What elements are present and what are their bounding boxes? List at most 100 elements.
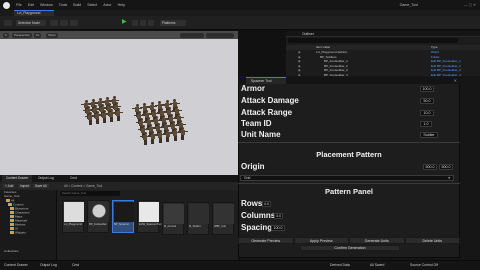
menu-help[interactable]: Help [118,3,125,7]
origin-y-input[interactable]: 500.0 [439,164,453,170]
output-log-button[interactable]: Output Log [40,261,57,270]
selection-mode-button[interactable]: Selection Mode [16,20,46,26]
divider [238,183,460,184]
armor-label: Armor [241,84,266,93]
character-thumbnail [114,202,134,222]
rows-input[interactable]: 4.0 [262,201,271,207]
origin-x-input[interactable]: 500.0 [423,164,437,170]
folder-icon [10,211,14,214]
content-drawer-button[interactable]: Content Drawer [4,261,28,270]
platforms-button[interactable]: Platforms [160,20,186,26]
show-button[interactable]: Show [46,32,58,38]
asset-tile[interactable]: Lvl_Playground [62,200,84,233]
menu-file[interactable]: File [16,3,22,7]
delete-units-button[interactable]: Delete Units [404,237,460,244]
widget-thumbnail [214,204,234,224]
rows-label: Rows [241,199,263,208]
transform-tools[interactable] [180,32,204,38]
folder-icon [10,223,14,226]
attack-range-label: Attack Range [241,108,293,117]
pattern-dropdown[interactable]: Grid ▾ [240,175,454,181]
attack-range-input[interactable]: 10.0 [420,110,434,116]
play-icon[interactable]: ▶ [122,18,127,25]
unit-name-label: Unit Name [241,130,281,139]
tree-item[interactable]: Widgets [10,230,26,235]
folder-icon [6,199,10,202]
tree-item[interactable]: Collections [4,249,19,254]
save-all-button[interactable]: Save All [33,184,49,188]
map-thumbnail [64,202,84,222]
perspective-button[interactable]: Perspective [12,32,32,38]
status-bar: Content Drawer Output Log Cmd Derived Da… [0,260,480,270]
menu-build[interactable]: Build [73,3,81,7]
asset-tile[interactable]: M_Soldier [187,202,209,235]
pause-icon[interactable] [140,20,146,26]
folder-icon [10,215,14,218]
attack-damage-input[interactable]: 50.0 [420,98,434,104]
folder-icon [10,207,14,210]
window-title: Game_Tool [399,3,418,7]
tab-output-log[interactable]: Output Log [34,175,64,182]
spacing-input[interactable]: 100.0 [271,225,285,231]
add-button[interactable]: + Add [3,184,16,188]
confirm-generation-button[interactable]: Confirm Generation [300,245,400,251]
cinematics-icon[interactable] [70,20,78,26]
asset-tile[interactable]: M_Ground [162,202,184,235]
menu-select[interactable]: Select [87,3,97,7]
content-toolbar: + Add Import Save All All > Content > Ga… [0,182,238,190]
menu-tools[interactable]: Tools [59,3,67,7]
team-id-label: Team ID [241,119,272,128]
material-thumbnail [164,204,184,224]
unit-name-input[interactable]: Soldier [420,132,438,138]
level-viewport[interactable] [0,31,238,175]
blueprint-icon[interactable] [60,20,68,26]
tab-content-drawer[interactable]: Content Drawer [2,175,32,182]
apply-preview-button[interactable]: Apply Preview [293,237,349,244]
chevron-down-icon: ▾ [448,176,450,180]
menu-window[interactable]: Window [40,3,53,7]
armor-input[interactable]: 100.0 [420,86,434,92]
source-control-status[interactable]: Source Control Off [410,261,438,270]
folder-icon [10,231,14,234]
play-options-icon[interactable] [132,20,138,26]
placement-pattern-title: Placement Pattern [316,150,382,159]
material-thumbnail [189,204,209,224]
asset-tile-selected[interactable]: BP_Spawner [112,200,134,233]
tab-cmd[interactable]: Cmd [66,175,86,182]
asset-tile[interactable]: BP_Footsoldier [87,200,109,233]
widget-thumbnail [139,202,159,222]
team-id-input[interactable]: 1.0 [420,121,432,127]
generate-units-button[interactable]: Generate Units [349,237,405,244]
close-icon[interactable]: ✕ [454,78,457,83]
columns-input[interactable]: 4.0 [274,213,283,219]
pattern-value: Grid [244,176,251,180]
cmd-button[interactable]: Cmd [72,261,79,270]
asset-tile[interactable]: WBP_Unit [212,202,234,235]
folder-icon [8,203,12,206]
derived-data-button[interactable]: Derived Data [330,261,350,270]
attack-damage-label: Attack Damage [241,96,299,105]
save-icon[interactable] [4,20,12,26]
sphere-thumbnail [89,202,109,222]
window-controls-icon[interactable]: — ▢ ✕ [464,3,476,7]
outliner-search-input[interactable] [288,38,458,43]
outliner-title: Outliner [286,31,480,37]
asset-tile[interactable]: EUW_SpawnerTool [137,200,162,233]
viewport-menu-icon[interactable]: ≡ [3,32,9,38]
pattern-panel-title: Pattern Panel [325,187,373,196]
menu-edit[interactable]: Edit [28,3,34,7]
menu-bar: File Edit Window Tools Build Select Acto… [0,0,480,10]
asset-search-input[interactable]: Search Game_Tool [60,191,120,196]
lit-button[interactable]: Lit [34,32,42,38]
import-button[interactable]: Import [18,184,32,188]
tab-spawner-tool[interactable]: Spawner Tool [246,77,286,84]
breadcrumb[interactable]: All > Content > Game_Tool [64,184,102,188]
columns-label: Columns [241,211,276,220]
stop-icon[interactable] [148,20,154,26]
menu-actor[interactable]: Actor [103,3,111,7]
unreal-logo-icon[interactable] [3,1,10,9]
generate-preview-button[interactable]: Generate Preview [238,237,294,244]
origin-label: Origin [241,162,265,171]
add-actor-icon[interactable] [50,20,58,26]
snap-settings[interactable] [206,32,234,38]
